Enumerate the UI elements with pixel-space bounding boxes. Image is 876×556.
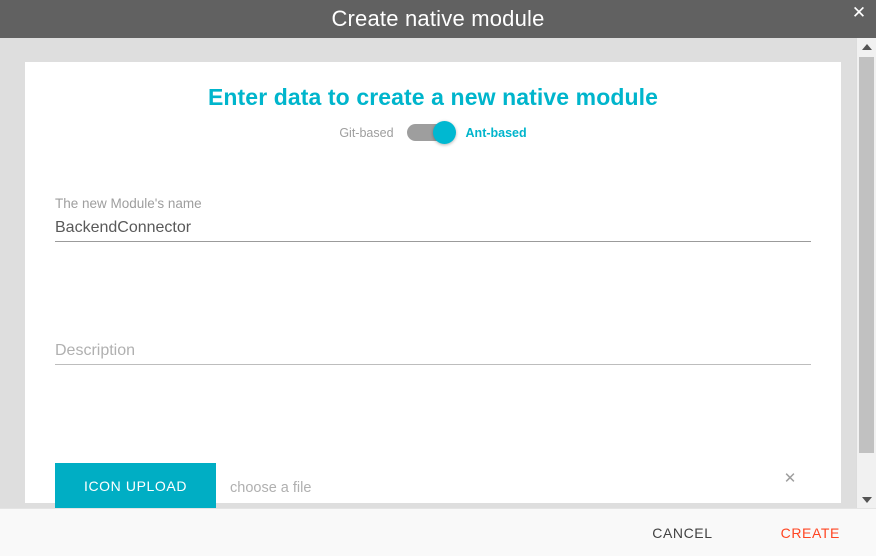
create-native-module-dialog: Create native module ✕ Enter data to cre… bbox=[0, 0, 876, 556]
icon-upload-button[interactable]: ICON UPLOAD bbox=[55, 463, 216, 508]
close-icon[interactable]: ✕ bbox=[848, 2, 870, 24]
scrollbar-thumb[interactable] bbox=[859, 57, 874, 453]
module-name-label: The new Module's name bbox=[55, 196, 202, 211]
cancel-button[interactable]: CANCEL bbox=[644, 519, 720, 547]
build-type-toggle-row: Git-based Ant-based bbox=[25, 121, 841, 144]
module-name-field: The new Module's name BackendConnector bbox=[55, 196, 811, 242]
triangle-down-icon[interactable] bbox=[857, 491, 876, 508]
dialog-body: Enter data to create a new native module… bbox=[0, 38, 876, 508]
icon-upload-row: ICON UPLOAD choose a file ✕ bbox=[55, 463, 811, 508]
form-heading: Enter data to create a new native module bbox=[207, 84, 659, 110]
triangle-up-icon[interactable] bbox=[857, 38, 876, 55]
dialog-scroll-area: Enter data to create a new native module… bbox=[0, 38, 856, 508]
dialog-title: Create native module bbox=[331, 6, 545, 31]
create-button[interactable]: CREATE bbox=[773, 519, 848, 547]
icon-file-placeholder: choose a file bbox=[230, 480, 312, 496]
vertical-scrollbar[interactable] bbox=[856, 38, 876, 508]
toggle-thumb bbox=[432, 121, 456, 144]
description-underline bbox=[55, 364, 811, 365]
form-card: Enter data to create a new native module… bbox=[25, 62, 841, 508]
dialog-footer: CANCEL CREATE bbox=[0, 508, 876, 556]
dialog-titlebar: Create native module ✕ bbox=[0, 0, 876, 38]
module-name-underline bbox=[55, 241, 811, 242]
description-field: Description bbox=[55, 342, 811, 365]
triangle-down-glyph bbox=[861, 496, 872, 503]
icon-file-input[interactable]: choose a file ✕ bbox=[228, 463, 811, 508]
module-name-input[interactable]: BackendConnector bbox=[55, 219, 811, 241]
description-input[interactable]: Description bbox=[55, 342, 811, 364]
build-type-toggle[interactable] bbox=[406, 121, 456, 144]
triangle-up-glyph bbox=[861, 43, 872, 50]
toggle-label-ant-based[interactable]: Ant-based bbox=[466, 126, 527, 140]
clear-file-icon[interactable]: ✕ bbox=[781, 470, 799, 488]
toggle-label-git-based[interactable]: Git-based bbox=[339, 126, 393, 140]
